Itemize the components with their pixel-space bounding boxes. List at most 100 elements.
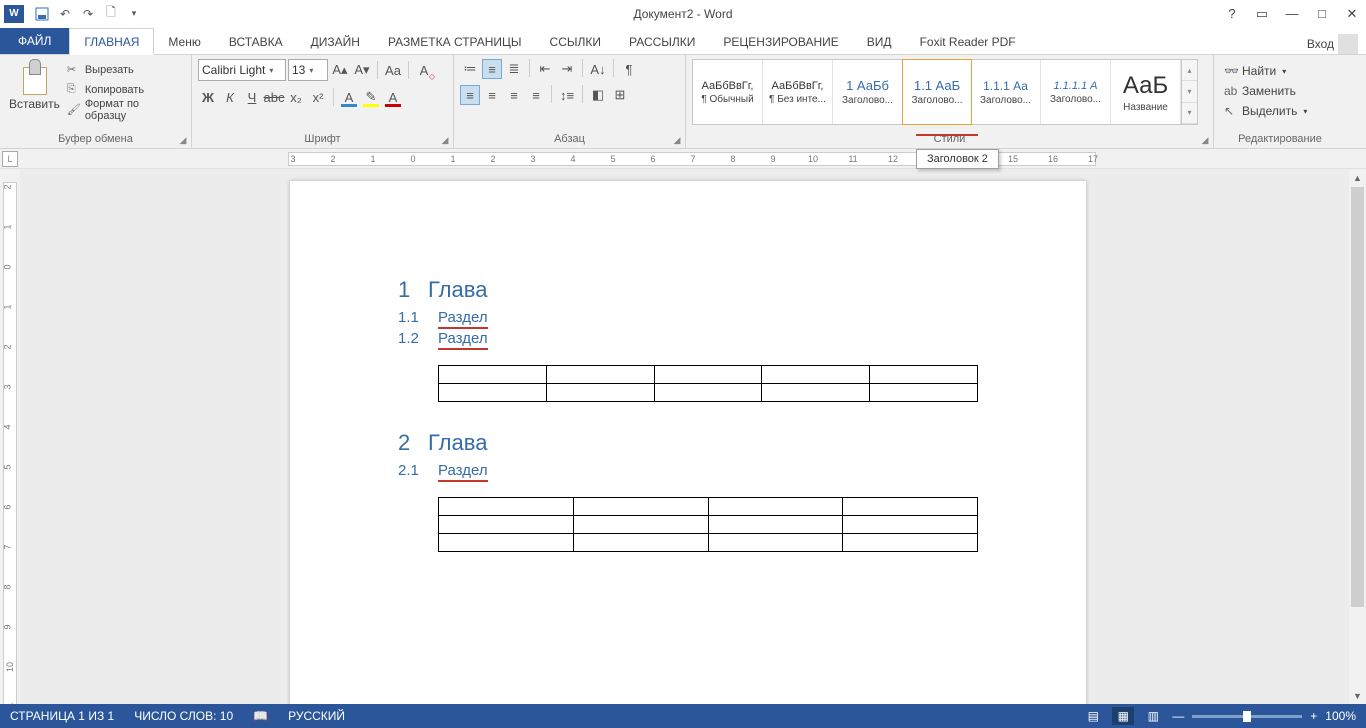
zoom-in-button[interactable]: + bbox=[1310, 709, 1317, 723]
style-item[interactable]: 1.1.1.1 АЗаголово... bbox=[1041, 60, 1111, 124]
tab-foxit[interactable]: Foxit Reader PDF bbox=[906, 29, 1030, 54]
tab-home[interactable]: ГЛАВНАЯ bbox=[69, 28, 154, 55]
maximize-button[interactable]: □ bbox=[1312, 6, 1332, 22]
language-status[interactable]: РУССКИЙ bbox=[278, 704, 355, 728]
vertical-ruler[interactable]: 210123456789101112 bbox=[0, 169, 20, 709]
align-right-button[interactable]: ≡ bbox=[504, 85, 524, 105]
shading-button[interactable]: ◧ bbox=[588, 85, 608, 105]
cut-button[interactable]: ✂Вырезать bbox=[63, 61, 185, 79]
style-item[interactable]: 1 АаБбЗаголово... bbox=[833, 60, 903, 124]
tab-view[interactable]: ВИД bbox=[853, 29, 906, 54]
heading-1[interactable]: 2Глава bbox=[398, 430, 978, 456]
select-button[interactable]: ↖Выделить▾ bbox=[1220, 101, 1311, 121]
tab-review[interactable]: РЕЦЕНЗИРОВАНИЕ bbox=[709, 29, 852, 54]
tab-mailings[interactable]: РАССЫЛКИ bbox=[615, 29, 709, 54]
multilevel-button[interactable]: ≣ bbox=[504, 59, 524, 79]
clear-formatting-button[interactable]: A◇ bbox=[414, 60, 434, 80]
dec-indent-button[interactable]: ⇤ bbox=[535, 59, 555, 79]
strikethrough-button[interactable]: abc bbox=[264, 87, 284, 107]
page-status[interactable]: СТРАНИЦА 1 ИЗ 1 bbox=[0, 704, 124, 728]
zoom-out-button[interactable]: ― bbox=[1172, 709, 1184, 723]
table-2[interactable] bbox=[438, 497, 978, 552]
tab-selector[interactable]: L bbox=[2, 151, 18, 167]
font-color-button[interactable]: A bbox=[383, 87, 403, 107]
page[interactable]: 1Глава 1.1Раздел 1.2Раздел 2Глава 2.1Раз… bbox=[290, 181, 1086, 709]
font-size-combo[interactable]: 13▾ bbox=[288, 59, 328, 81]
heading-2[interactable]: 2.1Раздел bbox=[398, 462, 978, 479]
font-expander[interactable]: ◢ bbox=[439, 134, 451, 146]
qat-dropdown[interactable]: ▾ bbox=[123, 3, 145, 25]
clipboard-expander[interactable]: ◢ bbox=[177, 134, 189, 146]
tab-menu[interactable]: Меню bbox=[154, 29, 214, 54]
tab-references[interactable]: ССЫЛКИ bbox=[536, 29, 615, 54]
style-item[interactable]: АаБбВвГг,¶ Обычный bbox=[693, 60, 763, 124]
document-content[interactable]: 1Глава 1.1Раздел 1.2Раздел 2Глава 2.1Раз… bbox=[290, 181, 1086, 552]
align-left-button[interactable]: ≡ bbox=[460, 85, 480, 105]
styles-scroll[interactable]: ▴▾▾ bbox=[1181, 60, 1197, 124]
horizontal-ruler[interactable]: L 32101234567891011121314151617 Заголово… bbox=[0, 149, 1366, 169]
document-area[interactable]: 1Глава 1.1Раздел 1.2Раздел 2Глава 2.1Раз… bbox=[20, 169, 1366, 709]
borders-button[interactable]: ⊞ bbox=[610, 85, 630, 105]
bullets-button[interactable]: ≔ bbox=[460, 59, 480, 79]
close-button[interactable]: ✕ bbox=[1342, 6, 1362, 22]
subscript-button[interactable]: x₂ bbox=[286, 87, 306, 107]
inc-indent-button[interactable]: ⇥ bbox=[557, 59, 577, 79]
help-button[interactable]: ? bbox=[1222, 6, 1242, 22]
undo-button[interactable]: ↶ bbox=[54, 3, 76, 25]
group-clipboard: Вставить ✂Вырезать ⎘Копировать 🖌Формат п… bbox=[0, 55, 192, 148]
minimize-button[interactable]: ― bbox=[1282, 6, 1302, 22]
tab-file[interactable]: ФАЙЛ bbox=[0, 28, 69, 54]
style-item[interactable]: АаБбВвГг,¶ Без инте... bbox=[763, 60, 833, 124]
superscript-button[interactable]: x² bbox=[308, 87, 328, 107]
ribbon: Вставить ✂Вырезать ⎘Копировать 🖌Формат п… bbox=[0, 55, 1366, 149]
paragraph-expander[interactable]: ◢ bbox=[671, 134, 683, 146]
print-layout-button[interactable]: ▦ bbox=[1112, 707, 1134, 725]
styles-expander[interactable]: ◢ bbox=[1199, 134, 1211, 146]
word-icon: W bbox=[4, 5, 24, 23]
redo-button[interactable]: ↷ bbox=[77, 3, 99, 25]
find-button[interactable]: 👓Найти▾ bbox=[1220, 61, 1311, 81]
table-1[interactable] bbox=[438, 365, 978, 402]
change-case-button[interactable]: Aa bbox=[383, 60, 403, 80]
tab-insert[interactable]: ВСТАВКА bbox=[215, 29, 297, 54]
style-item[interactable]: 1.1.1 АаЗаголово... bbox=[971, 60, 1041, 124]
paste-button[interactable]: Вставить bbox=[6, 59, 63, 111]
heading-1[interactable]: 1Глава bbox=[398, 277, 978, 303]
tab-layout[interactable]: РАЗМЕТКА СТРАНИЦЫ bbox=[374, 29, 536, 54]
web-layout-button[interactable]: ▥ bbox=[1142, 707, 1164, 725]
sign-in[interactable]: Вход bbox=[1307, 34, 1358, 54]
align-center-button[interactable]: ≡ bbox=[482, 85, 502, 105]
styles-gallery[interactable]: АаБбВвГг,¶ ОбычныйАаБбВвГг,¶ Без инте...… bbox=[692, 59, 1198, 125]
ribbon-display-button[interactable]: ▭ bbox=[1252, 6, 1272, 22]
new-doc-button[interactable]: 🗋 bbox=[100, 3, 122, 25]
zoom-level[interactable]: 100% bbox=[1325, 709, 1356, 723]
sort-button[interactable]: A↓ bbox=[588, 59, 608, 79]
style-item[interactable]: 1.1 АаБЗаголово... bbox=[902, 59, 972, 125]
font-name-combo[interactable]: Calibri Light▾ bbox=[198, 59, 286, 81]
italic-button[interactable]: К bbox=[220, 87, 240, 107]
read-mode-button[interactable]: ▤ bbox=[1082, 707, 1104, 725]
format-painter-button[interactable]: 🖌Формат по образцу bbox=[63, 101, 185, 119]
document-title: Документ2 - Word bbox=[633, 7, 732, 21]
vertical-scrollbar[interactable]: ▲▼ bbox=[1349, 169, 1366, 704]
show-marks-button[interactable]: ¶ bbox=[619, 59, 639, 79]
grow-font-button[interactable]: A▴ bbox=[330, 60, 350, 80]
copy-button[interactable]: ⎘Копировать bbox=[63, 81, 185, 99]
bold-button[interactable]: Ж bbox=[198, 87, 218, 107]
underline-button[interactable]: Ч bbox=[242, 87, 262, 107]
tab-design[interactable]: ДИЗАЙН bbox=[297, 29, 374, 54]
line-spacing-button[interactable]: ↕≡ bbox=[557, 85, 577, 105]
heading-2[interactable]: 1.1Раздел bbox=[398, 309, 978, 326]
replace-button[interactable]: abЗаменить bbox=[1220, 81, 1311, 101]
style-item[interactable]: АаБНазвание bbox=[1111, 60, 1181, 124]
spell-check-icon[interactable]: 📖 bbox=[243, 704, 278, 728]
text-effects-button[interactable]: A bbox=[339, 87, 359, 107]
save-button[interactable] bbox=[31, 3, 53, 25]
justify-button[interactable]: ≡ bbox=[526, 85, 546, 105]
shrink-font-button[interactable]: A▾ bbox=[352, 60, 372, 80]
highlight-button[interactable]: ✎ bbox=[361, 87, 381, 107]
numbering-button[interactable]: ≡ bbox=[482, 59, 502, 79]
word-count[interactable]: ЧИСЛО СЛОВ: 10 bbox=[124, 704, 243, 728]
heading-2[interactable]: 1.2Раздел bbox=[398, 330, 978, 347]
zoom-slider[interactable] bbox=[1192, 715, 1302, 718]
